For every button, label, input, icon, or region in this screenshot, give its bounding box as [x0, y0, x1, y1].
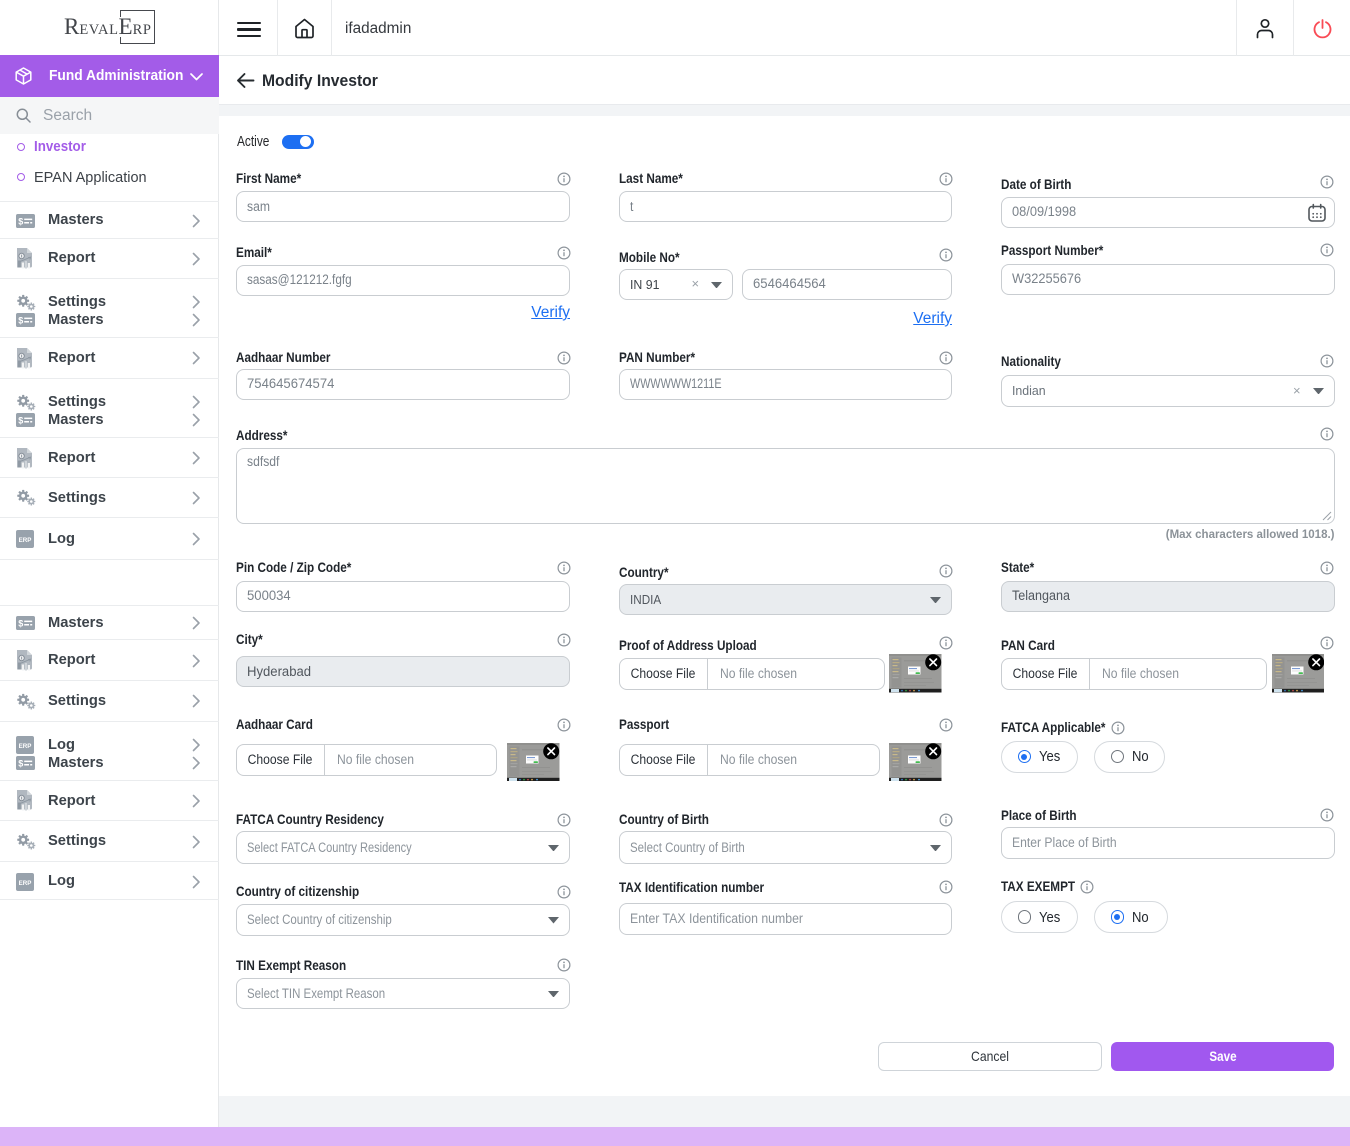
svg-text:ERP: ERP — [19, 537, 32, 544]
svg-text:$: $ — [18, 416, 23, 426]
svg-text:ERP: ERP — [19, 743, 32, 750]
svg-text:$: $ — [18, 619, 23, 629]
svg-text:ERP: ERP — [19, 880, 32, 887]
svg-text:$: $ — [18, 759, 23, 769]
svg-text:$: $ — [18, 216, 23, 226]
